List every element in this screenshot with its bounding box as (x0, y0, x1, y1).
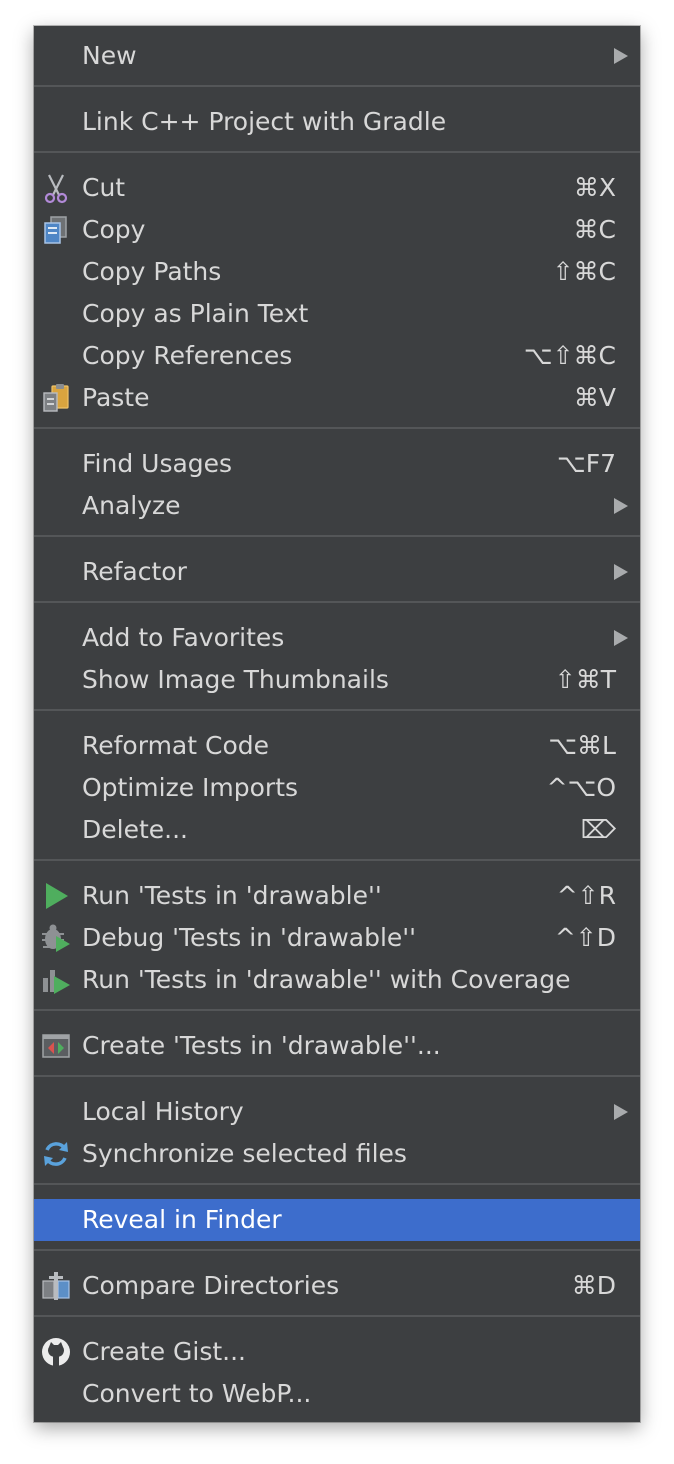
sync-icon (40, 1138, 72, 1170)
menu-item-copy-paths[interactable]: Copy Paths ⇧⌘C (34, 251, 640, 293)
menu-item-analyze[interactable]: Analyze (34, 485, 640, 527)
menu-item-paste[interactable]: Paste ⌘V (34, 377, 640, 419)
submenu-arrow-icon (614, 1104, 628, 1120)
menu-item-label: Local History (82, 1097, 244, 1126)
menu-separator (34, 1183, 640, 1185)
menu-item-label: Create Gist... (82, 1337, 247, 1366)
menu-item-label: Synchronize selected files (82, 1139, 407, 1168)
menu-item-label: Compare Directories (82, 1271, 340, 1300)
menu-separator (34, 709, 640, 711)
menu-item-label: Reformat Code (82, 731, 269, 760)
menu-separator (34, 85, 640, 87)
menu-item-add-to-favorites[interactable]: Add to Favorites (34, 617, 640, 659)
menu-item-shortcut: ⇧⌘C (552, 257, 616, 286)
menu-item-shortcut: ⌘X (573, 173, 616, 202)
menu-item-reformat-code[interactable]: Reformat Code ⌥⌘L (34, 725, 640, 767)
menu-item-run-with-coverage[interactable]: Run 'Tests in 'drawable'' with Coverage (34, 959, 640, 1001)
menu-separator (34, 1009, 640, 1011)
submenu-arrow-icon (614, 630, 628, 646)
menu-item-create-gist[interactable]: Create Gist... (34, 1331, 640, 1373)
menu-item-debug-tests[interactable]: Debug 'Tests in 'drawable'' ^⇧D (34, 917, 640, 959)
menu-item-label: Copy (82, 215, 146, 244)
coverage-icon (40, 964, 72, 996)
menu-item-label: Copy Paths (82, 257, 222, 286)
menu-item-shortcut: ⌘C (573, 215, 616, 244)
menu-item-reveal-in-finder[interactable]: Reveal in Finder (34, 1199, 640, 1241)
create-test-icon (40, 1030, 72, 1062)
menu-item-label: Create 'Tests in 'drawable''... (82, 1031, 441, 1060)
menu-separator (34, 601, 640, 603)
menu-item-shortcut: ^⇧D (554, 923, 616, 952)
debug-icon (40, 922, 72, 954)
menu-item-copy-references[interactable]: Copy References ⌥⇧⌘C (34, 335, 640, 377)
menu-separator (34, 427, 640, 429)
menu-item-shortcut: ^⌥O (546, 773, 616, 802)
menu-item-run-tests[interactable]: Run 'Tests in 'drawable'' ^⇧R (34, 875, 640, 917)
menu-item-label: Run 'Tests in 'drawable'' with Coverage (82, 965, 571, 994)
menu-separator (34, 151, 640, 153)
menu-item-label: Cut (82, 173, 126, 202)
menu-item-label: Analyze (82, 491, 181, 520)
compare-icon (40, 1270, 72, 1302)
menu-item-label: Paste (82, 383, 150, 412)
menu-item-cut[interactable]: Cut ⌘X (34, 167, 640, 209)
menu-item-link-cpp-project[interactable]: Link C++ Project with Gradle (34, 101, 640, 143)
menu-item-shortcut: ⇧⌘T (554, 665, 616, 694)
menu-item-create-tests[interactable]: Create 'Tests in 'drawable''... (34, 1025, 640, 1067)
submenu-arrow-icon (614, 48, 628, 64)
menu-item-new[interactable]: New (34, 35, 640, 77)
menu-item-show-image-thumbnails[interactable]: Show Image Thumbnails ⇧⌘T (34, 659, 640, 701)
menu-item-label: Run 'Tests in 'drawable'' (82, 881, 382, 910)
menu-item-label: Delete... (82, 815, 188, 844)
copy-icon (40, 214, 72, 246)
run-icon (40, 880, 72, 912)
menu-separator (34, 535, 640, 537)
menu-item-shortcut: ⌥F7 (556, 449, 616, 478)
menu-item-refactor[interactable]: Refactor (34, 551, 640, 593)
submenu-arrow-icon (614, 498, 628, 514)
menu-item-label: Link C++ Project with Gradle (82, 107, 447, 136)
menu-separator (34, 859, 640, 861)
menu-item-shortcut: ⌘D (571, 1271, 616, 1300)
menu-item-copy[interactable]: Copy ⌘C (34, 209, 640, 251)
paste-icon (40, 382, 72, 414)
menu-item-find-usages[interactable]: Find Usages ⌥F7 (34, 443, 640, 485)
menu-item-label: Add to Favorites (82, 623, 285, 652)
menu-item-compare-directories[interactable]: Compare Directories ⌘D (34, 1265, 640, 1307)
menu-item-synchronize[interactable]: Synchronize selected files (34, 1133, 640, 1175)
github-icon (40, 1336, 72, 1368)
menu-item-copy-plain-text[interactable]: Copy as Plain Text (34, 293, 640, 335)
menu-item-label: Optimize Imports (82, 773, 299, 802)
menu-item-label: Debug 'Tests in 'drawable'' (82, 923, 417, 952)
menu-item-delete[interactable]: Delete... ⌦ (34, 809, 640, 851)
menu-item-label: Copy as Plain Text (82, 299, 309, 328)
menu-item-shortcut: ⌦ (580, 815, 616, 844)
menu-item-label: New (82, 41, 137, 70)
menu-item-shortcut: ⌥⇧⌘C (523, 341, 616, 370)
scissors-icon (40, 172, 72, 204)
menu-item-label: Refactor (82, 557, 187, 586)
context-menu: New Link C++ Project with Gradle Cut ⌘X (34, 26, 640, 1422)
menu-separator (34, 1315, 640, 1317)
menu-separator (34, 1075, 640, 1077)
menu-item-label: Find Usages (82, 449, 233, 478)
menu-item-shortcut: ^⇧R (556, 881, 616, 910)
menu-item-label: Convert to WebP... (82, 1379, 312, 1408)
menu-item-local-history[interactable]: Local History (34, 1091, 640, 1133)
menu-item-label: Reveal in Finder (82, 1205, 282, 1234)
menu-item-label: Copy References (82, 341, 293, 370)
menu-item-optimize-imports[interactable]: Optimize Imports ^⌥O (34, 767, 640, 809)
menu-item-shortcut: ⌘V (573, 383, 616, 412)
submenu-arrow-icon (614, 564, 628, 580)
menu-item-shortcut: ⌥⌘L (548, 731, 616, 760)
menu-item-label: Show Image Thumbnails (82, 665, 389, 694)
menu-separator (34, 1249, 640, 1251)
menu-item-convert-to-webp[interactable]: Convert to WebP... (34, 1373, 640, 1415)
